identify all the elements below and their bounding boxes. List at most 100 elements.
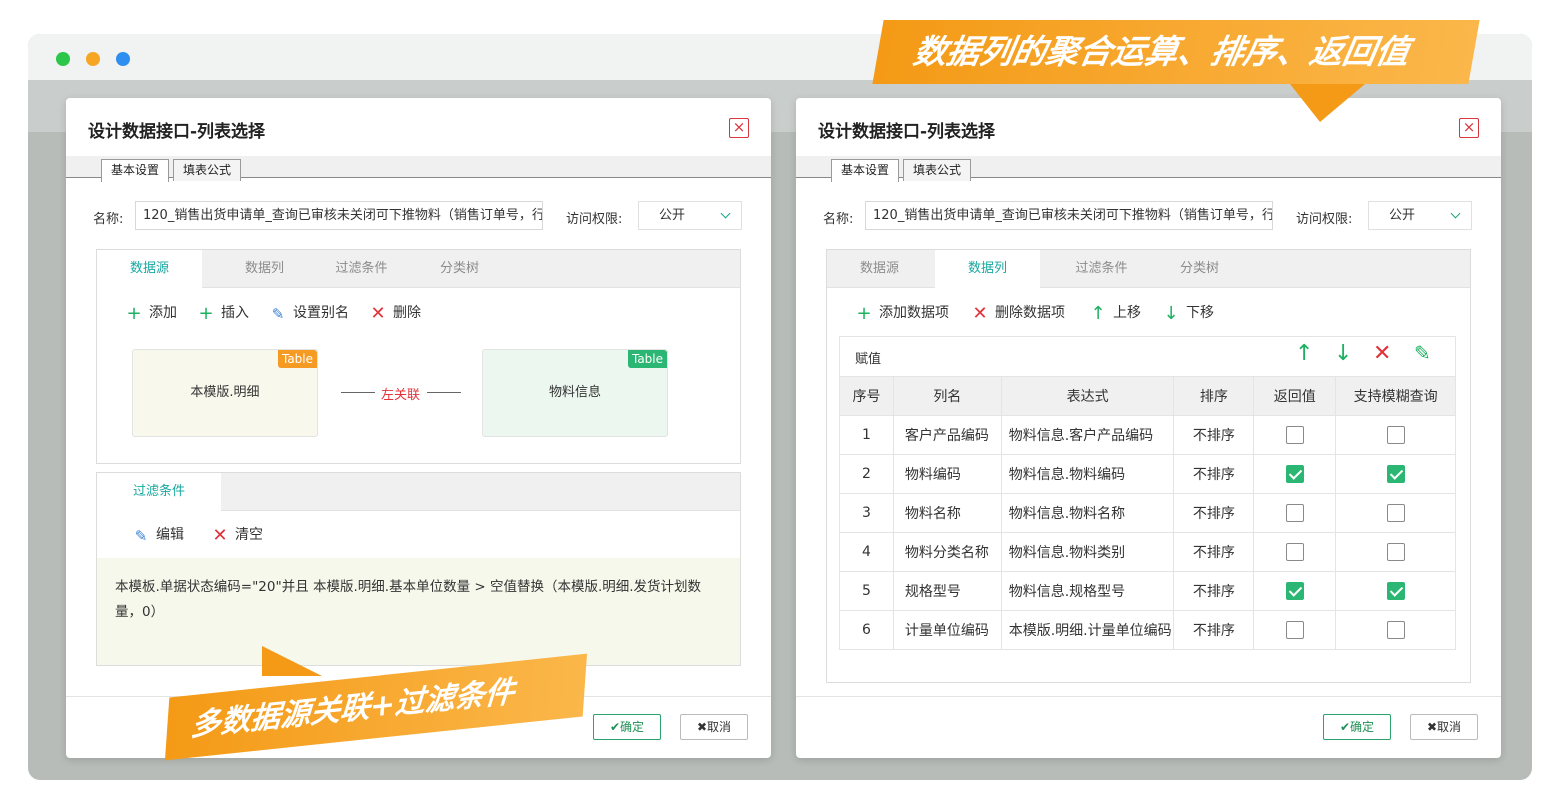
delete-item-button[interactable]: ✕ 删除数据项 [971,302,1065,324]
edit-icon: ✎ [134,527,148,545]
cell-name: 计量单位编码 [892,610,1002,650]
close-icon[interactable]: ✕ [1373,341,1391,366]
set-alias-button[interactable]: ✎ 设置别名 [269,302,349,323]
tab-fill-formula[interactable]: 填表公式 [903,159,972,181]
panel-tabbar: 数据源 数据列 过滤条件 分类树 [827,250,1470,289]
window-zoom-button[interactable] [56,52,70,66]
cell-expression: 物料信息.规格型号 [1000,571,1175,611]
cell-name: 物料名称 [892,493,1002,533]
delete-button[interactable]: ✕ 删除 [369,302,421,324]
insert-button[interactable]: + 插入 [197,302,249,324]
col-header-no: 序号 [839,376,894,416]
ok-button[interactable]: ✔确定 [593,714,661,740]
return-checkbox[interactable] [1285,621,1304,639]
name-input[interactable]: 120_销售出货申请单_查询已审核未关闭可下推物料（销售订单号，行 [135,201,543,230]
cell-name: 客户产品编码 [892,415,1002,455]
tab-filter[interactable]: 过滤条件 [1049,250,1154,288]
cell-expression: 物料信息.物料类别 [1000,532,1175,572]
return-checkbox[interactable] [1285,582,1304,600]
datasource-node-material[interactable]: 物料信息 Table [482,349,668,437]
fuzzy-checkbox[interactable] [1386,504,1405,522]
tab-datasource[interactable]: 数据源 [827,250,932,288]
cell-sort[interactable]: 不排序 [1173,454,1255,494]
cell-fuzzy [1335,454,1456,494]
access-select[interactable]: 公开 [638,201,742,230]
table-row[interactable]: 1 客户产品编码 物料信息.客户产品编码 不排序 [839,415,1456,455]
cancel-button[interactable]: ✖取消 [1410,714,1478,740]
tab-filter[interactable]: 过滤条件 [309,250,414,288]
arrow-up-icon: ↑ [1090,303,1106,324]
return-checkbox[interactable] [1285,465,1304,483]
col-header-sort: 排序 [1173,376,1255,416]
panel-tabbar: 数据源 数据列 过滤条件 分类树 [97,250,740,289]
window-close-button[interactable] [116,52,130,66]
dialog-tabstrip [796,156,1501,178]
add-button[interactable]: + 添加 [125,302,177,324]
access-select[interactable]: 公开 [1368,201,1472,230]
tab-datacolumns[interactable]: 数据列 [212,250,317,288]
assign-label: 赋值 [855,352,882,367]
add-item-button[interactable]: + 添加数据项 [855,302,949,324]
arrow-up-icon[interactable]: ↑ [1295,341,1313,366]
return-checkbox[interactable] [1285,504,1304,522]
ok-button[interactable]: ✔确定 [1323,714,1391,740]
join-line-left [341,392,375,393]
cell-name: 规格型号 [892,571,1002,611]
tab-category-tree[interactable]: 分类树 [1147,250,1252,288]
return-checkbox[interactable] [1285,543,1304,561]
edit-icon[interactable]: ✎ [1414,341,1431,365]
cell-sort[interactable]: 不排序 [1173,571,1255,611]
edit-button[interactable]: ✎ 编辑 [132,524,184,545]
cell-no: 4 [839,532,894,572]
cell-sort[interactable]: 不排序 [1173,610,1255,650]
cell-sort[interactable]: 不排序 [1173,415,1255,455]
filter-expression[interactable]: 本模板.单据状态编码="20"并且 本模版.明细.基本单位数量 > 空值替换（本… [97,558,740,665]
fuzzy-checkbox[interactable] [1386,582,1405,600]
table-row[interactable]: 2 物料编码 物料信息.物料编码 不排序 [839,454,1456,494]
tab-filter-conditions[interactable]: 过滤条件 [97,473,221,512]
cell-sort[interactable]: 不排序 [1173,493,1255,533]
cell-return [1253,532,1337,572]
return-checkbox[interactable] [1285,426,1304,444]
close-icon[interactable]: × [729,118,749,138]
datasource-node-detail[interactable]: 本模版.明细 Table [132,349,318,437]
filter-tabbar: 过滤条件 [97,473,740,512]
dialog-title: 设计数据接口-列表选择 [818,122,996,142]
cell-return [1253,571,1337,611]
move-up-button[interactable]: ↑ 上移 [1089,302,1141,324]
table-row[interactable]: 3 物料名称 物料信息.物料名称 不排序 [839,493,1456,533]
cell-fuzzy [1335,415,1456,455]
tab-datasource[interactable]: 数据源 [97,250,202,289]
footer-divider [796,696,1501,697]
cell-no: 2 [839,454,894,494]
cell-no: 6 [839,610,894,650]
tab-category-tree[interactable]: 分类树 [407,250,512,288]
access-select-value: 公开 [1389,208,1416,223]
tab-datacolumns[interactable]: 数据列 [935,250,1040,289]
join-label[interactable]: 左关联 [381,384,420,403]
fuzzy-checkbox[interactable] [1386,465,1405,483]
tab-fill-formula[interactable]: 填表公式 [173,159,242,181]
table-row[interactable]: 5 规格型号 物料信息.规格型号 不排序 [839,571,1456,611]
fuzzy-checkbox[interactable] [1386,543,1405,561]
cell-fuzzy [1335,610,1456,650]
access-label: 访问权限: [1296,212,1353,227]
tab-basic-settings[interactable]: 基本设置 [831,159,900,182]
cell-name: 物料编码 [892,454,1002,494]
close-icon[interactable]: × [1459,118,1479,138]
cell-sort[interactable]: 不排序 [1173,532,1255,572]
dialog-tabstrip [66,156,771,178]
table-badge: Table [277,350,317,368]
window-minimize-button[interactable] [86,52,100,66]
clear-button[interactable]: ✕ 清空 [211,524,263,546]
filter-panel: 过滤条件 ✎ 编辑 ✕ 清空 本模板.单据状态编码="20"并且 本模版.明细.基本… [96,472,741,666]
table-row[interactable]: 6 计量单位编码 本模版.明细.计量单位编码 不排序 [839,610,1456,650]
cancel-button[interactable]: ✖取消 [680,714,748,740]
name-input[interactable]: 120_销售出货申请单_查询已审核未关闭可下推物料（销售订单号，行 [865,201,1273,230]
tab-basic-settings[interactable]: 基本设置 [101,159,170,182]
fuzzy-checkbox[interactable] [1386,426,1405,444]
arrow-down-icon[interactable]: ↓ [1334,341,1352,366]
fuzzy-checkbox[interactable] [1386,621,1405,639]
table-row[interactable]: 4 物料分类名称 物料信息.物料类别 不排序 [839,532,1456,572]
move-down-button[interactable]: ↓ 下移 [1162,302,1214,324]
